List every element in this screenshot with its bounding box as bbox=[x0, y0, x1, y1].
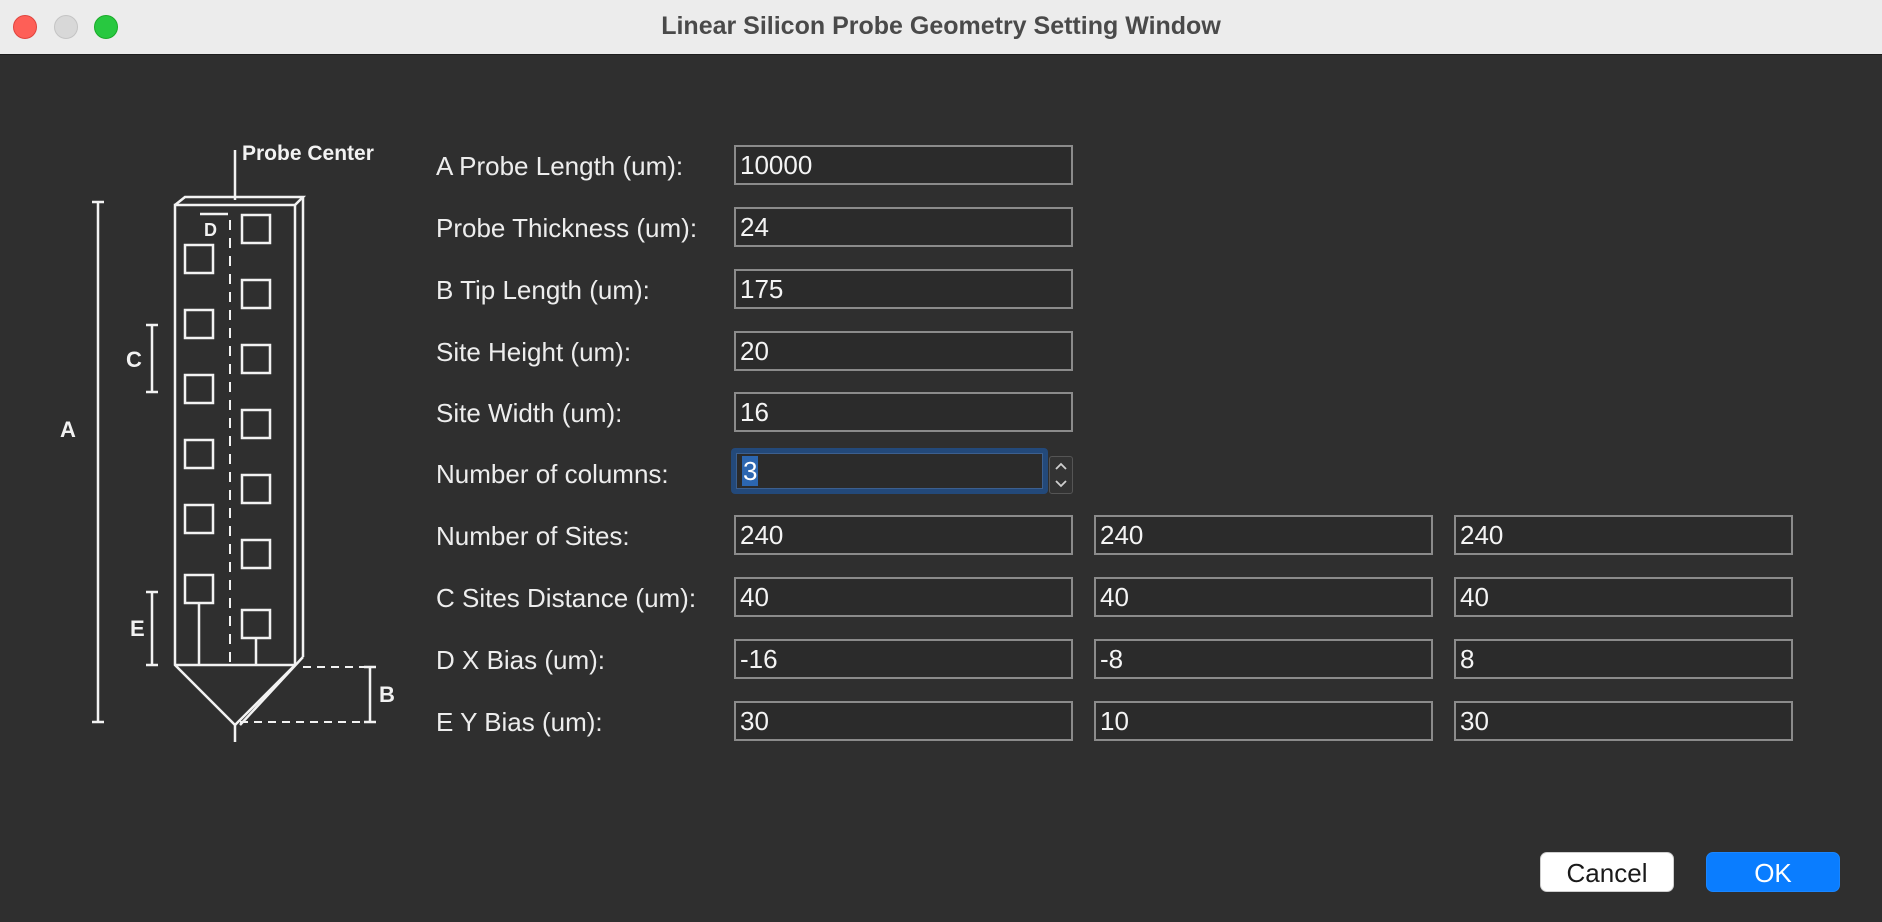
d-x-bias-label: D X Bias (um): bbox=[436, 645, 606, 675]
num-sites-label: Number of Sites: bbox=[436, 521, 630, 551]
e-y-bias-label: E Y Bias (um): bbox=[436, 707, 603, 737]
d-x-bias-col1-input[interactable]: -16 bbox=[734, 639, 1073, 679]
num-columns-focus-ring: 3 bbox=[731, 448, 1048, 494]
probe-geometry-diagram: Probe Center A C D E B bbox=[60, 142, 395, 742]
c-sites-distance-col3-input[interactable]: 40 bbox=[1454, 577, 1793, 617]
num-columns-stepper[interactable] bbox=[1049, 456, 1073, 494]
window-title: Linear Silicon Probe Geometry Setting Wi… bbox=[661, 12, 1221, 40]
c-sites-distance-col2-input[interactable]: 40 bbox=[1094, 577, 1433, 617]
c-sites-distance-label: C Sites Distance (um): bbox=[436, 583, 697, 613]
num-sites-col3-input[interactable]: 240 bbox=[1454, 515, 1793, 555]
ok-button[interactable]: OK bbox=[1706, 852, 1840, 892]
e-y-bias-col2-input[interactable]: 10 bbox=[1094, 701, 1433, 741]
chevron-up-icon[interactable] bbox=[1050, 457, 1072, 475]
num-columns-input[interactable]: 3 bbox=[736, 453, 1043, 489]
tip-length-label: B Tip Length (um): bbox=[436, 275, 650, 305]
dimension-d-label: D bbox=[204, 220, 217, 240]
probe-thickness-input[interactable]: 24 bbox=[734, 207, 1073, 247]
site-width-label: Site Width (um): bbox=[436, 398, 623, 428]
d-x-bias-col3-input[interactable]: 8 bbox=[1454, 639, 1793, 679]
num-sites-col2-input[interactable]: 240 bbox=[1094, 515, 1433, 555]
probe-length-input[interactable]: 10000 bbox=[734, 145, 1073, 185]
cancel-button[interactable]: Cancel bbox=[1540, 852, 1674, 892]
dimension-e-label: E bbox=[130, 616, 145, 641]
tip-length-input[interactable]: 175 bbox=[734, 269, 1073, 309]
e-y-bias-col1-input[interactable]: 30 bbox=[734, 701, 1073, 741]
dimension-b-label: B bbox=[379, 682, 395, 707]
probe-thickness-label: Probe Thickness (um): bbox=[436, 213, 698, 243]
num-columns-selected-text: 3 bbox=[742, 456, 759, 486]
probe-center-label: Probe Center bbox=[242, 142, 374, 165]
site-width-input[interactable]: 16 bbox=[734, 392, 1073, 432]
probe-length-label: A Probe Length (um): bbox=[436, 151, 684, 181]
site-height-label: Site Height (um): bbox=[436, 337, 632, 367]
site-height-input[interactable]: 20 bbox=[734, 331, 1073, 371]
c-sites-distance-col1-input[interactable]: 40 bbox=[734, 577, 1073, 617]
d-x-bias-col2-input[interactable]: -8 bbox=[1094, 639, 1433, 679]
num-sites-col1-input[interactable]: 240 bbox=[734, 515, 1073, 555]
e-y-bias-col3-input[interactable]: 30 bbox=[1454, 701, 1793, 741]
chevron-down-icon[interactable] bbox=[1050, 475, 1072, 493]
title-bar: Linear Silicon Probe Geometry Setting Wi… bbox=[0, 0, 1882, 55]
num-columns-label: Number of columns: bbox=[436, 459, 669, 489]
dimension-c-label: C bbox=[126, 347, 142, 372]
dimension-a-label: A bbox=[60, 417, 76, 442]
